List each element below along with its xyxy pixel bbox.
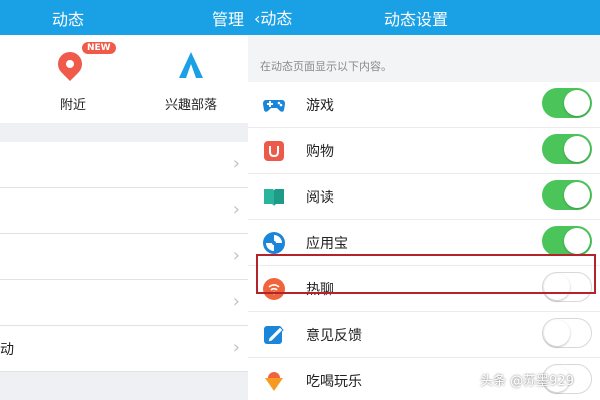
list-item[interactable]: 动 ›	[0, 326, 248, 372]
chevron-right-icon: ›	[232, 337, 240, 358]
chevron-right-icon: ›	[232, 153, 240, 174]
app-store-toggle[interactable]	[542, 226, 592, 256]
feedback-icon	[264, 326, 284, 344]
hot-chat-icon	[263, 278, 285, 300]
book-icon	[264, 189, 284, 206]
setting-label: 阅读	[306, 190, 334, 206]
setting-label: 吃喝玩乐	[306, 374, 362, 390]
nearby-pin-icon[interactable]	[53, 47, 87, 82]
manage-button[interactable]: 管理	[212, 6, 244, 30]
setting-label: 购物	[306, 144, 334, 160]
feed-settings-panel: ‹动态 动态设置 在动态页面显示以下内容。 游戏 购物 阅读 应用宝 热聊 意见…	[248, 0, 600, 400]
setting-label: 应用宝	[306, 236, 348, 252]
nearby-label[interactable]: 附近	[60, 94, 86, 113]
list-item[interactable]: ›	[0, 234, 248, 280]
chevron-right-icon: ›	[232, 291, 240, 312]
screen: 动态 管理 NEW 附近 兴趣部落 › › › › 动 › ‹动态 动态设置 在…	[0, 0, 600, 400]
setting-item-hot-chat: 热聊	[248, 266, 600, 312]
feed-header: 动态 管理	[0, 0, 248, 35]
food-icon	[265, 372, 283, 391]
shopping-icon	[264, 141, 284, 161]
list-item[interactable]: ›	[0, 188, 248, 234]
settings-header: ‹动态 动态设置	[248, 0, 600, 35]
setting-item-app-store: 应用宝	[248, 220, 600, 266]
setting-label: 游戏	[306, 98, 334, 114]
gamepad-icon	[263, 100, 285, 112]
game-toggle[interactable]	[542, 88, 592, 118]
chevron-right-icon: ›	[232, 245, 240, 266]
feed-list: › › › › 动 ›	[0, 142, 248, 372]
setting-label: 热聊	[306, 282, 334, 298]
setting-item-feedback: 意见反馈	[248, 312, 600, 358]
setting-item-shopping: 购物	[248, 128, 600, 174]
feedback-toggle[interactable]	[542, 318, 592, 348]
feed-title: 动态	[52, 10, 85, 29]
hot-chat-toggle[interactable]	[542, 272, 592, 302]
feed-panel: 动态 管理 NEW 附近 兴趣部落 › › › › 动 ›	[0, 0, 248, 400]
shopping-toggle[interactable]	[542, 134, 592, 164]
list-item[interactable]: ›	[0, 280, 248, 326]
reading-toggle[interactable]	[542, 180, 592, 210]
tent-icon[interactable]	[178, 50, 204, 80]
new-badge: NEW	[82, 42, 116, 54]
watermark: 头条 @苏墨929	[480, 374, 574, 389]
chevron-right-icon: ›	[232, 199, 240, 220]
list-item[interactable]: ›	[0, 142, 248, 188]
interest-tribe-label[interactable]: 兴趣部落	[165, 94, 217, 113]
list-item-label: 动	[0, 342, 14, 358]
back-button[interactable]: ‹动态	[254, 5, 292, 29]
setting-item-game: 游戏	[248, 82, 600, 128]
settings-list: 游戏 购物 阅读 应用宝 热聊 意见反馈 吃喝玩乐	[248, 82, 600, 400]
settings-hint: 在动态页面显示以下内容。	[260, 60, 392, 73]
setting-item-reading: 阅读	[248, 174, 600, 220]
setting-label: 意见反馈	[306, 328, 362, 344]
back-label: 动态	[260, 9, 293, 28]
settings-title: 动态设置	[384, 10, 449, 29]
app-store-icon	[263, 232, 285, 254]
